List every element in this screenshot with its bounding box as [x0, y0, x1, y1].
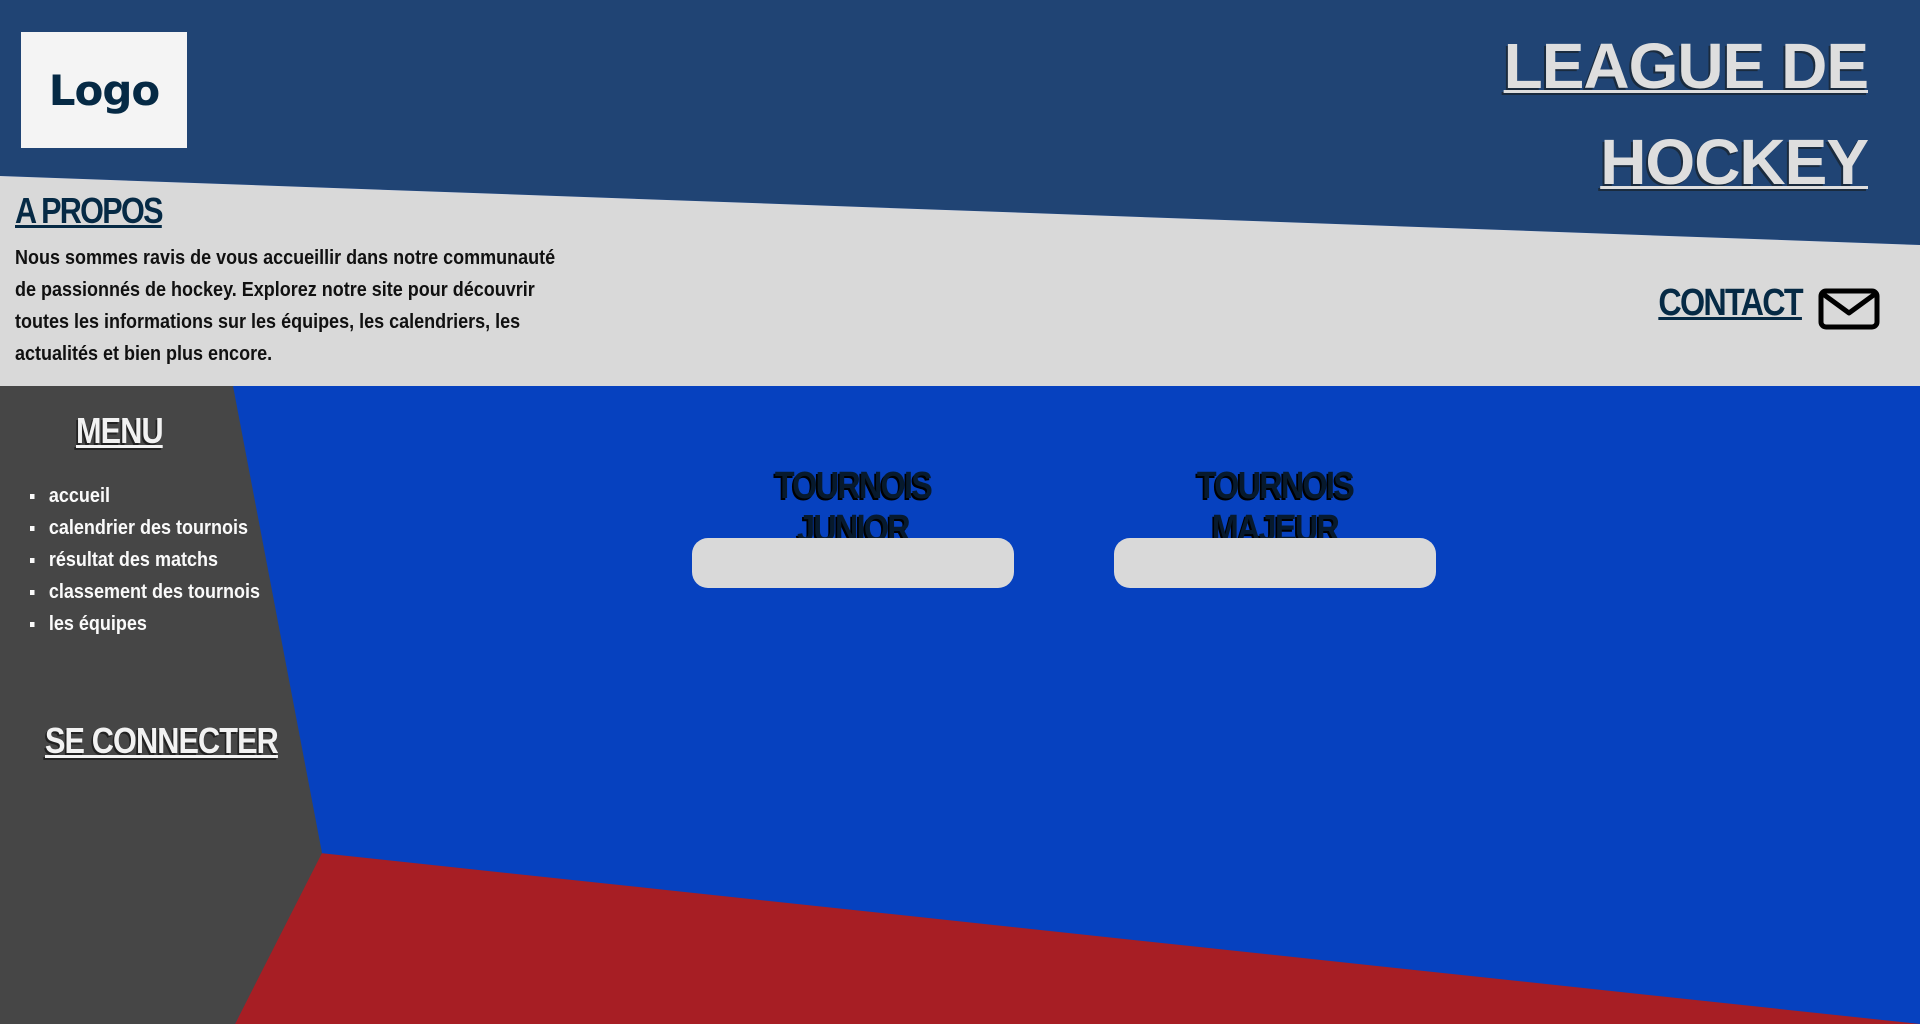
- tournament-junior-field[interactable]: [692, 538, 1014, 588]
- sidebar-item-equipes[interactable]: les équipes: [30, 608, 260, 640]
- about-title: A PROPOS: [15, 190, 163, 231]
- site-title: LEAGUE DE HOCKEY: [1368, 18, 1869, 210]
- bullet-icon: [30, 493, 35, 499]
- site-title-line1: LEAGUE DE: [1503, 30, 1869, 102]
- sidebar-menu: accueil calendrier des tournois résultat…: [30, 480, 286, 640]
- site-title-line2: HOCKEY: [1600, 126, 1869, 198]
- logo[interactable]: Logo: [21, 32, 187, 148]
- about-text: Nous sommes ravis de vous accueillir dan…: [15, 247, 556, 365]
- tournament-majeur-field[interactable]: [1114, 538, 1436, 588]
- sidebar-item-label: calendrier des tournois: [48, 516, 248, 539]
- bullet-icon: [30, 525, 35, 531]
- sidebar-item-accueil[interactable]: accueil: [30, 480, 260, 512]
- sidebar-item-label: classement des tournois: [48, 580, 260, 603]
- menu-title: MENU: [76, 410, 164, 451]
- bullet-icon: [30, 589, 35, 595]
- sidebar-item-resultats[interactable]: résultat des matchs: [30, 544, 260, 576]
- bullet-icon: [30, 621, 35, 627]
- mail-icon[interactable]: [1818, 288, 1880, 330]
- bullet-icon: [30, 557, 35, 563]
- sidebar-item-calendrier[interactable]: calendrier des tournois: [30, 512, 260, 544]
- sidebar-item-label: accueil: [48, 484, 110, 507]
- contact-link[interactable]: CONTACT: [1658, 282, 1803, 325]
- login-button[interactable]: SE CONNECTER: [45, 720, 279, 762]
- sidebar-item-label: les équipes: [48, 612, 147, 635]
- sidebar-item-classement[interactable]: classement des tournois: [30, 576, 260, 608]
- logo-label: Logo: [48, 65, 161, 115]
- sidebar-item-label: résultat des matchs: [48, 548, 218, 571]
